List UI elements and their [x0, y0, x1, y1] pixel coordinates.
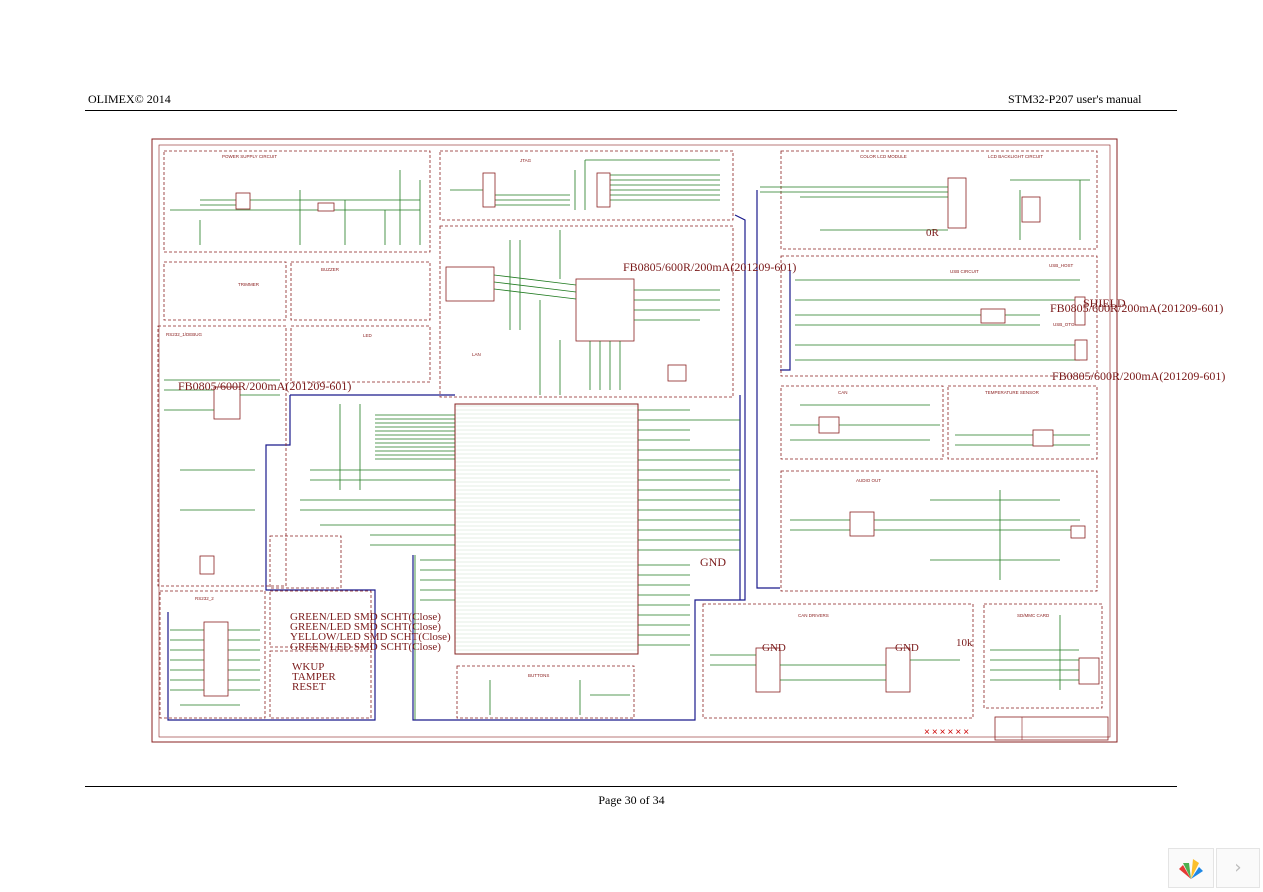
block-can-drivers [702, 603, 974, 719]
button-reset-label: RESET [292, 681, 326, 693]
svg-text:USB_OTG: USB_OTG [1053, 322, 1075, 327]
footer-rule [85, 786, 1177, 787]
svg-text:CAN DRIVERS: CAN DRIVERS [798, 613, 829, 618]
block-sd-card [983, 603, 1103, 709]
svg-text:TRIMMER: TRIMMER [238, 282, 260, 287]
svg-text:AUDIO OUT: AUDIO OUT [856, 478, 881, 483]
svg-text:JTAG: JTAG [520, 158, 532, 163]
svg-text:USB_HOST: USB_HOST [1049, 263, 1074, 268]
led4-label: GREEN/LED SMD SCHT(Close) [290, 641, 441, 653]
svg-text:SD/MMC CARD: SD/MMC CARD [1017, 613, 1050, 618]
resistor-0r-label: 0R [926, 227, 940, 239]
svg-text:LAN: LAN [472, 352, 481, 357]
svg-text:COLOR LCD MODULE: COLOR LCD MODULE [860, 154, 907, 159]
block-led-small [290, 325, 431, 383]
fb-usb2-label: FB0805/600R/200mA(201209-601) [1052, 369, 1225, 383]
gnd-can2-label: GND [895, 642, 919, 654]
shield-label: SHIELD [1083, 296, 1126, 310]
block-misc-left [269, 535, 342, 589]
svg-text:LED: LED [363, 333, 373, 338]
svg-text:BUZZER: BUZZER [321, 267, 340, 272]
title-block [994, 716, 1109, 741]
svg-text:CAN: CAN [838, 390, 848, 395]
page-number: Page 30 of 34 [598, 793, 665, 807]
block-color-lcd [780, 150, 1098, 250]
gnd-can1-label: GND [762, 642, 786, 654]
viewer-logo-icon [1179, 859, 1203, 879]
gnd-label: GND [700, 555, 726, 569]
frame-marks: ×××××× [924, 727, 971, 738]
chevron-right-icon: › [1234, 857, 1242, 878]
block-trimmer [163, 261, 287, 321]
block-temp [947, 385, 1098, 460]
svg-text:TEMPERATURE SENSOR: TEMPERATURE SENSOR [985, 390, 1040, 395]
fb-left-label: FB0805/600R/200mA(201209-601) [178, 379, 351, 393]
svg-text:USB CIRCUIT: USB CIRCUIT [950, 269, 979, 274]
svg-text:BUTTONS: BUTTONS [528, 673, 549, 678]
svg-text:RS232_2: RS232_2 [195, 596, 214, 601]
block-buzzer [290, 261, 431, 321]
svg-text:RS232_1/DEBUG: RS232_1/DEBUG [166, 332, 203, 337]
block-usb [780, 255, 1098, 377]
resistor-10k-label: 10k [956, 637, 973, 649]
svg-text:LCD BACKLIGHT CIRCUIT: LCD BACKLIGHT CIRCUIT [988, 154, 1043, 159]
block-can [780, 385, 944, 460]
viewer-logo-button[interactable] [1168, 848, 1214, 888]
block-power-supply [163, 150, 431, 253]
block-rs232-1 [157, 325, 287, 587]
next-page-button[interactable]: › [1216, 848, 1260, 888]
schematic-diagram: ×××××× POWER SUPPLY CIRCUIT JTAG COLOR L… [151, 138, 1225, 743]
fb-usb1-label: FB0805/600R/200mA(201209-601) [1050, 301, 1223, 315]
block-audio [780, 470, 1098, 592]
svg-text:POWER SUPPLY CIRCUIT: POWER SUPPLY CIRCUIT [222, 154, 277, 159]
fb-lcd-label: FB0805/600R/200mA(201209-601) [623, 260, 796, 274]
